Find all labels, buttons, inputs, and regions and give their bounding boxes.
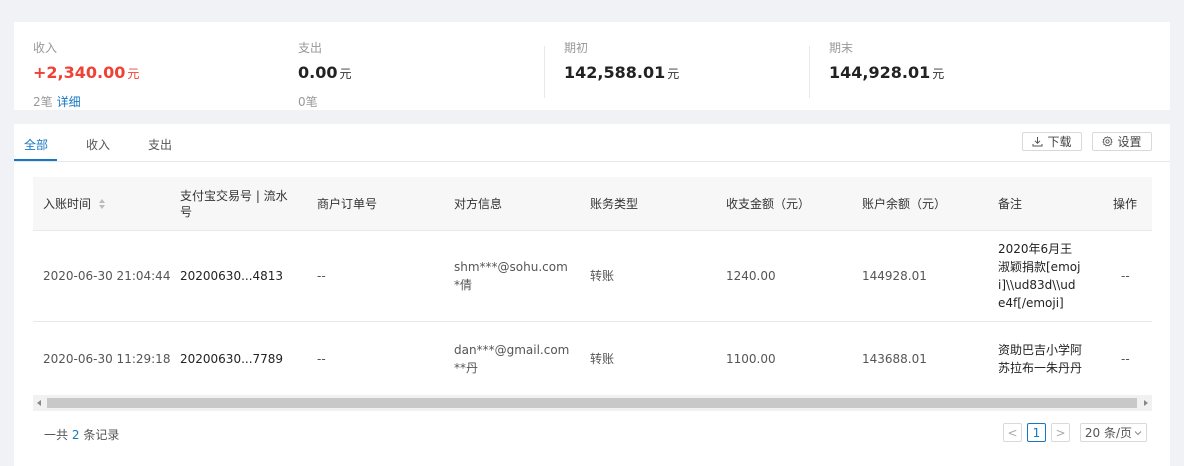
col-type: 账务类型 bbox=[590, 197, 639, 211]
sort-icon[interactable] bbox=[99, 199, 106, 209]
party-account: shm***@sohu.com bbox=[454, 260, 568, 274]
cell-balance: 144928.01 bbox=[862, 269, 927, 283]
total-suffix: 条记录 bbox=[83, 428, 120, 442]
cell-action: -- bbox=[1121, 269, 1130, 283]
col-time-label: 入账时间 bbox=[43, 197, 92, 211]
income-amount: +2,340.00 元 bbox=[33, 63, 139, 82]
scroll-left-icon[interactable] bbox=[37, 400, 41, 406]
cell-remark: 资助巴吉小学阿苏拉布一朱丹丹 bbox=[998, 342, 1083, 375]
page-1-button[interactable]: 1 bbox=[1027, 423, 1046, 442]
divider bbox=[809, 46, 810, 98]
summary-card: 收入 +2,340.00 元 2笔 详细 支出 0.00 元 0笔 期初 142,58… bbox=[14, 22, 1170, 110]
cell-order-no: -- bbox=[317, 269, 326, 283]
horizontal-scrollbar[interactable] bbox=[33, 395, 1152, 411]
cell-time: 2020-06-30 21:04:44 bbox=[43, 269, 171, 283]
active-tab-indicator bbox=[14, 159, 57, 161]
party-name: **丹 bbox=[454, 360, 479, 375]
cell-type: 转账 bbox=[590, 269, 615, 283]
table-row: 2020-06-30 11:29:18 20200630...7789 -- d… bbox=[33, 322, 1152, 395]
opening-label: 期初 bbox=[564, 41, 589, 55]
scroll-right-icon[interactable] bbox=[1144, 400, 1148, 406]
total-count: 2 bbox=[71, 428, 80, 442]
cell-trade-no[interactable]: 20200630...4813 bbox=[180, 231, 283, 321]
tab-bar: 全部 收入 支出 下载 设置 bbox=[14, 124, 1170, 162]
closing-label: 期末 bbox=[829, 41, 854, 55]
settings-button[interactable]: 设置 bbox=[1092, 132, 1152, 151]
prev-page-button[interactable]: < bbox=[1003, 423, 1022, 442]
closing-unit: 元 bbox=[932, 67, 945, 81]
col-balance: 账户余额（元） bbox=[862, 197, 947, 211]
cell-type: 转账 bbox=[590, 351, 615, 366]
income-count: 2笔 bbox=[33, 95, 53, 109]
divider bbox=[544, 46, 545, 98]
download-icon bbox=[1032, 137, 1043, 147]
tab-income[interactable]: 收入 bbox=[86, 136, 110, 153]
cell-remark: 2020年6月王淑颖捐款[emoji]\\ud83d\\ude4f[/emoji… bbox=[998, 242, 1081, 310]
table-header: 入账时间 支付宝交易号 | 流水号 商户订单号 对方信息 账务类型 收支金额（元… bbox=[33, 177, 1152, 231]
cell-party: shm***@sohu.com *倩 bbox=[454, 231, 568, 321]
tab-expense[interactable]: 支出 bbox=[148, 136, 172, 153]
party-name: *倩 bbox=[454, 278, 473, 292]
col-time[interactable]: 入账时间 bbox=[43, 177, 173, 231]
settings-label: 设置 bbox=[1117, 135, 1142, 149]
cell-amount: 1240.00 bbox=[726, 269, 776, 283]
col-remark: 备注 bbox=[998, 197, 1023, 211]
expense-amount: 0.00 元 bbox=[298, 63, 352, 82]
table-row: 2020-06-30 21:04:44 20200630...4813 -- s… bbox=[33, 231, 1152, 322]
page-size-select[interactable]: 20 条/页 bbox=[1080, 423, 1147, 442]
opening-amount: 142,588.01 元 bbox=[564, 63, 679, 82]
cell-amount: 1100.00 bbox=[726, 351, 776, 366]
closing-amount: 144,928.01 元 bbox=[829, 63, 944, 82]
income-count-row: 2笔 详细 bbox=[33, 93, 81, 110]
income-detail-link[interactable]: 详细 bbox=[57, 95, 81, 109]
expense-label: 支出 bbox=[298, 41, 323, 55]
gear-icon bbox=[1102, 136, 1114, 147]
cell-time: 2020-06-30 11:29:18 bbox=[43, 351, 171, 366]
cell-party: dan***@gmail.com **丹 bbox=[454, 322, 569, 395]
download-button[interactable]: 下载 bbox=[1022, 132, 1082, 151]
expense-unit: 元 bbox=[339, 67, 352, 81]
total-records: 一共 2 条记录 bbox=[44, 426, 119, 443]
bill-list-card: 全部 收入 支出 下载 设置 入账时间 支付宝交易号 | 流水号 商户订单号 对… bbox=[14, 124, 1170, 466]
col-trade-no: 支付宝交易号 | 流水号 bbox=[180, 189, 288, 219]
cell-action: -- bbox=[1121, 351, 1130, 366]
total-prefix: 一共 bbox=[44, 428, 69, 442]
cell-trade-no[interactable]: 20200630...7789 bbox=[180, 322, 283, 395]
tab-all[interactable]: 全部 bbox=[24, 136, 48, 153]
income-amount-value: +2,340.00 bbox=[33, 63, 126, 82]
opening-amount-value: 142,588.01 bbox=[564, 63, 666, 82]
opening-unit: 元 bbox=[667, 67, 680, 81]
cell-order-no: -- bbox=[317, 351, 326, 366]
scrollbar-thumb[interactable] bbox=[47, 398, 1137, 408]
income-label: 收入 bbox=[33, 41, 58, 55]
col-amount: 收支金额（元） bbox=[726, 197, 811, 211]
expense-amount-value: 0.00 bbox=[298, 63, 338, 82]
col-action: 操作 bbox=[1113, 197, 1138, 211]
page-size-value: 20 条/页 bbox=[1084, 426, 1133, 440]
chevron-down-icon bbox=[1134, 430, 1142, 435]
transaction-table: 入账时间 支付宝交易号 | 流水号 商户订单号 对方信息 账务类型 收支金额（元… bbox=[33, 177, 1152, 411]
next-page-button[interactable]: > bbox=[1051, 423, 1070, 442]
expense-count: 0笔 bbox=[298, 95, 318, 109]
col-party: 对方信息 bbox=[454, 197, 503, 211]
download-label: 下载 bbox=[1047, 135, 1072, 149]
income-unit: 元 bbox=[127, 67, 140, 81]
party-account: dan***@gmail.com bbox=[454, 342, 570, 357]
cell-balance: 143688.01 bbox=[862, 351, 927, 366]
closing-amount-value: 144,928.01 bbox=[829, 63, 931, 82]
col-order-no: 商户订单号 bbox=[317, 197, 378, 211]
